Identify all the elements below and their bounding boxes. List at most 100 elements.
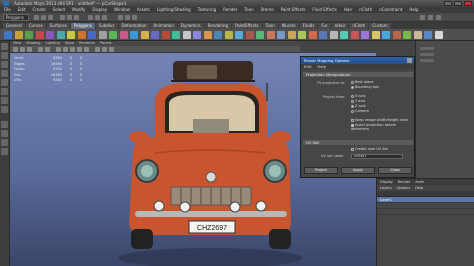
render-icon[interactable] <box>118 15 123 20</box>
select-hierarchy-icon[interactable] <box>60 15 65 20</box>
shadows-icon[interactable] <box>95 47 100 52</box>
shelf-tool-icon[interactable] <box>350 31 359 39</box>
snap-point-icon[interactable] <box>102 15 107 20</box>
menu-display[interactable]: Display <box>92 7 107 12</box>
shelf-tool-icon[interactable] <box>151 31 159 39</box>
select-object-icon[interactable] <box>67 15 72 20</box>
wireframe-icon[interactable] <box>56 47 61 52</box>
layer-row[interactable] <box>377 209 474 215</box>
new-scene-icon[interactable] <box>34 15 39 20</box>
graph-layout-icon[interactable] <box>1 148 8 155</box>
menu-fluid-effects[interactable]: Fluid Effects <box>312 7 336 12</box>
shelf-tool-icon[interactable] <box>382 31 390 39</box>
shelf-tool-icon[interactable] <box>319 31 327 39</box>
menu-stereo[interactable]: Stereo <box>261 7 274 12</box>
textured-icon[interactable] <box>77 47 82 52</box>
rotate-tool-icon[interactable] <box>1 79 8 86</box>
menu-edit[interactable]: Edit <box>18 7 26 12</box>
shelf-tool-icon[interactable] <box>214 31 222 39</box>
menu-window[interactable]: Window <box>114 7 130 12</box>
viewport-menu-view[interactable]: View <box>13 41 21 45</box>
lights-icon[interactable] <box>84 47 89 52</box>
shelf-tool-icon[interactable] <box>224 31 233 39</box>
menu-ncloth[interactable]: nCloth <box>359 7 372 12</box>
wireframe-on-shaded-icon[interactable] <box>70 47 75 52</box>
camera-attributes-icon[interactable] <box>20 47 25 52</box>
menu-set-dropdown[interactable]: Polygons <box>3 14 29 21</box>
select-component-icon[interactable] <box>74 15 79 20</box>
shelf-tool-icon[interactable] <box>161 31 170 39</box>
shelf-tool-icon[interactable] <box>235 31 243 39</box>
image-plane-icon[interactable] <box>38 47 43 52</box>
save-scene-icon[interactable] <box>48 15 53 20</box>
menu-toon[interactable]: Toon <box>244 7 253 12</box>
select-tool-icon[interactable] <box>1 43 8 50</box>
layer-tab-render[interactable]: Render <box>398 180 410 184</box>
render-settings-icon[interactable] <box>132 15 137 20</box>
project-from-radio-y-axis[interactable]: Y axis <box>351 99 365 103</box>
shelf-tool-icon[interactable] <box>424 31 432 39</box>
menu-help[interactable]: Help <box>409 7 418 12</box>
menu-select[interactable]: Select <box>53 7 65 12</box>
manipulator-icon[interactable] <box>1 97 8 104</box>
fit-radio-bounding-box[interactable]: Bounding box <box>351 85 379 89</box>
layer-menu-options[interactable]: Options <box>397 186 411 190</box>
shelf-tool-icon[interactable] <box>277 31 285 39</box>
open-scene-icon[interactable] <box>41 15 46 20</box>
shelf-tool-icon[interactable] <box>56 31 65 39</box>
last-tool-icon[interactable] <box>1 106 8 113</box>
menu-nconstraint[interactable]: nConstraint <box>379 7 402 12</box>
section-uv-set[interactable]: UV Set <box>303 140 413 145</box>
layer-menu-layers[interactable]: Layers <box>380 186 392 190</box>
menu-paint-effects[interactable]: Paint Effects <box>281 7 306 12</box>
car-model[interactable]: CHZ2697 <box>115 53 305 266</box>
shelf-tool-icon[interactable] <box>340 31 348 39</box>
section-projection[interactable]: Projection Manipulation <box>303 72 413 77</box>
four-view-layout-icon[interactable] <box>1 130 8 137</box>
single-view-layout-icon[interactable] <box>1 121 8 128</box>
persp-outliner-layout-icon[interactable] <box>1 139 8 146</box>
channel-row[interactable] <box>420 47 434 50</box>
viewport-menu-show[interactable]: Show <box>65 41 74 45</box>
menu-file[interactable]: File <box>4 7 11 12</box>
snap-curve-icon[interactable] <box>95 15 100 20</box>
lasso-tool-icon[interactable] <box>1 52 8 59</box>
layer-menu-help[interactable]: Help <box>415 186 423 190</box>
shelf-tool-icon[interactable] <box>392 31 401 39</box>
apply-button[interactable]: Apply <box>341 167 375 174</box>
shelf-tool-icon[interactable] <box>35 31 44 39</box>
close-button-dialog[interactable]: Close <box>378 167 412 174</box>
shelf-tool-icon[interactable] <box>119 31 128 39</box>
menu-texturing[interactable]: Texturing <box>198 7 216 12</box>
shelf-tool-icon[interactable] <box>329 31 338 39</box>
menu-modify[interactable]: Modify <box>72 7 85 12</box>
shelf-tool-icon[interactable] <box>98 31 107 39</box>
shelf-tool-icon[interactable] <box>77 31 86 39</box>
shelf-tool-icon[interactable] <box>371 31 380 39</box>
shelf-tool-icon[interactable] <box>203 31 212 39</box>
channel-row[interactable] <box>420 53 434 56</box>
create-uv-set-checkbox[interactable]: Create new UV Set <box>351 147 388 151</box>
viewport-menu-shading[interactable]: Shading <box>26 41 40 45</box>
close-button[interactable] <box>464 1 472 6</box>
shelf-tool-icon[interactable] <box>140 31 149 39</box>
channel-row[interactable] <box>420 59 434 62</box>
ipr-render-icon[interactable] <box>125 15 130 20</box>
shelf-tool-icon[interactable] <box>403 31 411 39</box>
minimize-button[interactable] <box>444 1 452 6</box>
shelf-tool-icon[interactable] <box>25 31 33 39</box>
maximize-button[interactable] <box>454 1 462 6</box>
isolate-select-icon[interactable] <box>109 47 114 52</box>
shelf-tool-icon[interactable] <box>256 31 264 39</box>
shelf-tool-icon[interactable] <box>88 31 96 39</box>
shelf-tool-icon[interactable] <box>130 31 138 39</box>
snap-grid-icon[interactable] <box>88 15 93 20</box>
bookmark-icon[interactable] <box>27 47 32 52</box>
dialog-menu-help[interactable]: Help <box>317 64 326 69</box>
shelf-tool-icon[interactable] <box>245 31 254 39</box>
shelf-tool-icon[interactable] <box>266 31 275 39</box>
shelf-tool-icon[interactable] <box>182 31 191 39</box>
shelf-tool-icon[interactable] <box>4 31 12 39</box>
checkbox-keep-image-width-height-ratio[interactable]: Keep image width/height ratio <box>351 118 408 122</box>
dialog-close-icon[interactable] <box>407 58 412 63</box>
